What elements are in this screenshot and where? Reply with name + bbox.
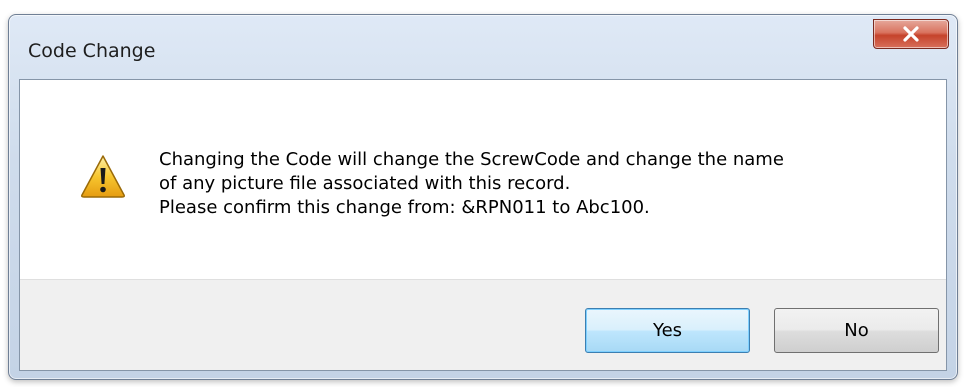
screen: Code Change Changing the Code will chang… xyxy=(0,0,964,387)
message-text: Changing the Code will change the ScrewC… xyxy=(159,148,784,220)
message-line-1: Changing the Code will change the ScrewC… xyxy=(159,149,784,170)
message-line-2: of any picture file associated with this… xyxy=(159,173,571,194)
message-area: Changing the Code will change the ScrewC… xyxy=(20,80,946,279)
no-button[interactable]: No xyxy=(774,308,939,353)
title-bar[interactable]: Code Change xyxy=(9,15,957,77)
message-line-3: Please confirm this change from: &RPN011… xyxy=(159,197,650,218)
warning-icon xyxy=(81,155,125,198)
yes-button[interactable]: Yes xyxy=(585,308,750,353)
dialog-client-area: Changing the Code will change the ScrewC… xyxy=(19,79,947,371)
dialog-window: Code Change Changing the Code will chang… xyxy=(8,14,958,380)
close-icon xyxy=(903,26,919,42)
dialog-title: Code Change xyxy=(28,40,156,62)
close-button[interactable] xyxy=(873,19,949,49)
button-bar: Yes No xyxy=(20,279,946,370)
